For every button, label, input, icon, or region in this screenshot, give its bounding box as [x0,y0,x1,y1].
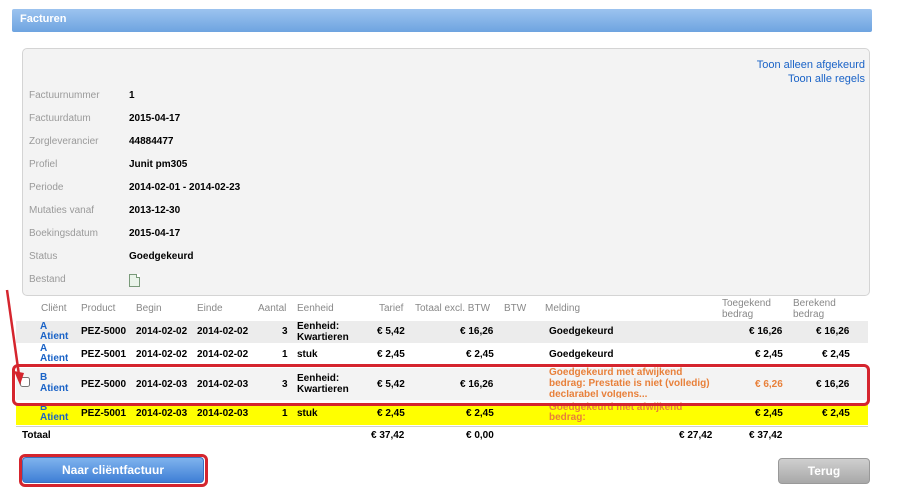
client-invoice-button[interactable]: Naar cliëntfactuur [22,457,204,483]
show-rejected-only-link[interactable]: Toon alleen afgekeurd [757,58,865,72]
table-row[interactable]: B Atient PEZ-5001 2014-02-03 2014-02-03 … [16,403,868,425]
window-title: Facturen [20,13,67,25]
table-row[interactable]: A Atient PEZ-5001 2014-02-02 2014-02-02 … [16,344,868,366]
show-all-lines-link[interactable]: Toon alle regels [757,72,865,86]
totals-row: Totaal € 37,42 € 0,00 € 27,42 € 37,42 [16,426,868,443]
back-button[interactable]: Terug [778,458,870,484]
file-icon[interactable] [129,274,140,287]
table-row[interactable]: A Atient PEZ-5000 2014-02-02 2014-02-02 … [16,321,868,343]
invoice-details-panel: Toon alleen afgekeurd Toon alle regels F… [22,48,870,296]
table-header: Cliënt Product Begin Einde Aantal Eenhei… [41,298,836,320]
highlight-outline [12,364,870,406]
annotation-arrow-icon [5,289,24,385]
window-titlebar: Facturen [12,9,872,32]
filter-links: Toon alleen afgekeurd Toon alle regels [757,58,865,86]
